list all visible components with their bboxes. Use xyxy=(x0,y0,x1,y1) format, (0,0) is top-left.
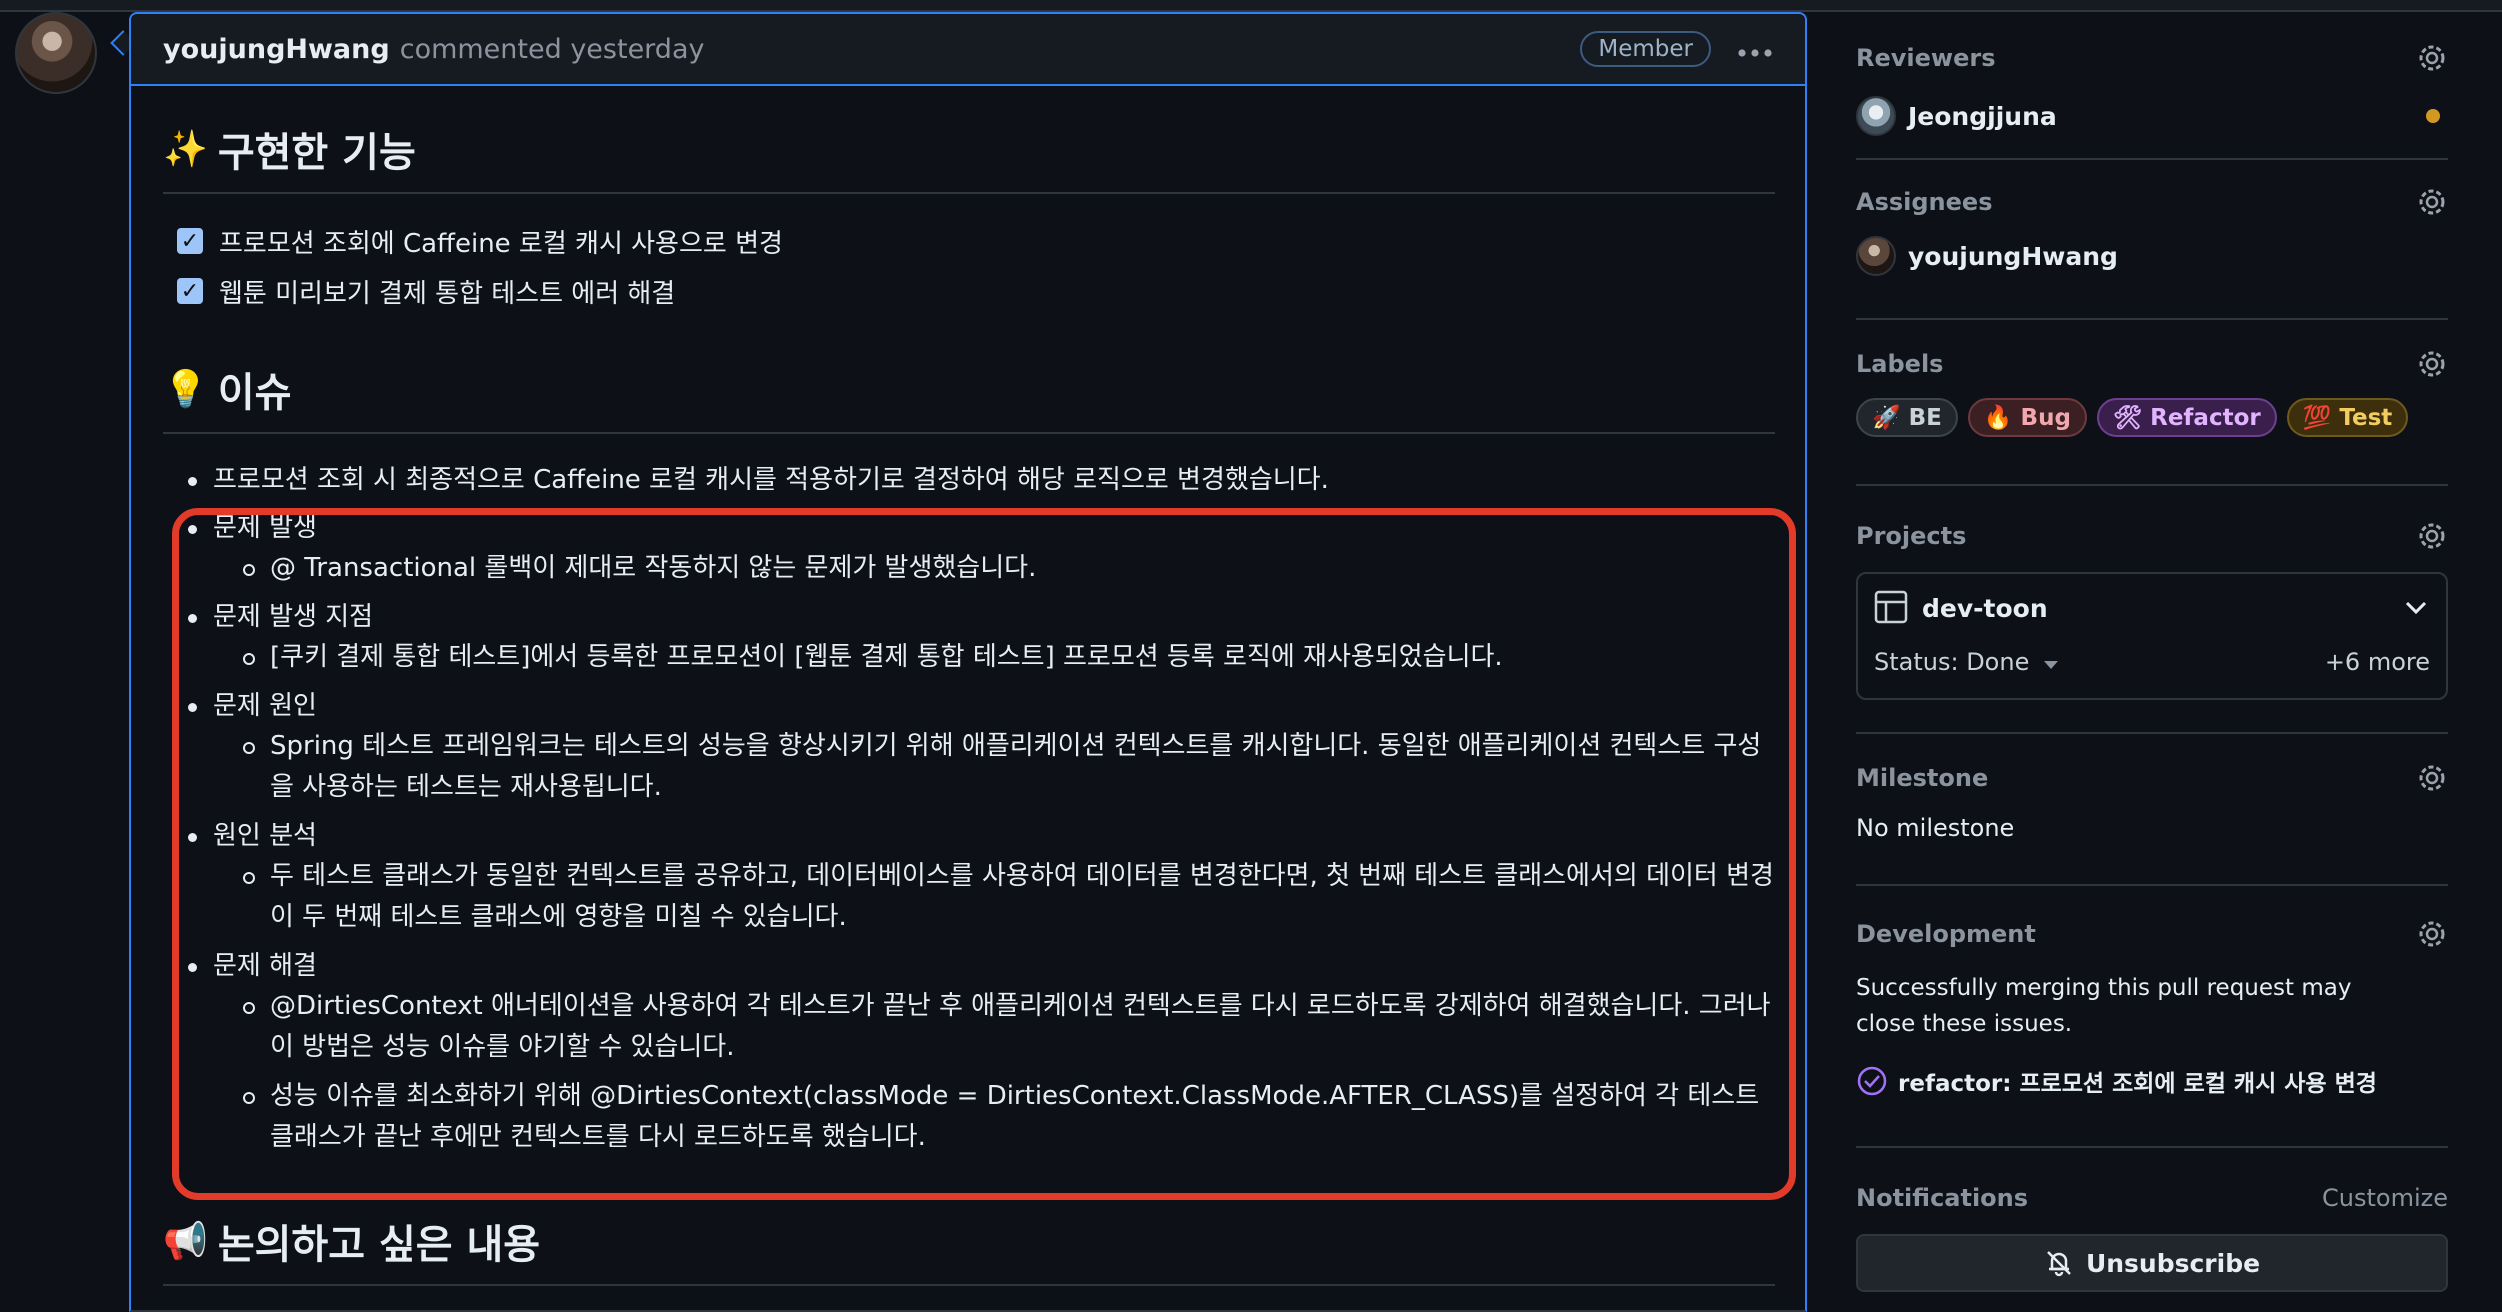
label-refactor[interactable]: 🛠 Refactor xyxy=(2096,398,2277,437)
unsubscribe-button[interactable]: Unsubscribe xyxy=(1856,1234,2448,1292)
chevron-down-icon[interactable] xyxy=(2404,600,2428,616)
comment-author[interactable]: youjungHwang xyxy=(163,34,390,65)
project-name[interactable]: dev-toon xyxy=(1922,594,2048,623)
gear-icon[interactable] xyxy=(2416,520,2448,552)
review-pending-dot xyxy=(2426,109,2440,123)
assignees-section: Assignees youjungHwang xyxy=(1856,160,2448,320)
label-test[interactable]: 💯 Test xyxy=(2286,398,2409,437)
bell-slash-icon xyxy=(2047,1251,2071,1277)
gear-icon[interactable] xyxy=(2416,762,2448,794)
labels-section: Labels 🚀 BE 🔥 Bug 🛠 Refactor 💯 Test xyxy=(1856,320,2448,486)
milestone-section: Milestone No milestone xyxy=(1856,734,2448,886)
task-text: 웹툰 미리보기 결제 통합 테스트 에러 해결 xyxy=(219,278,676,309)
author-avatar[interactable] xyxy=(15,12,97,94)
projects-section: Projects dev-toon Status: Done +6 more xyxy=(1856,486,2448,734)
development-text: Successfully merging this pull request m… xyxy=(1856,975,2352,1037)
issues-heading: 💡 이슈 xyxy=(163,360,1775,434)
reviewers-section: Reviewers Jeongjjuna xyxy=(1856,12,2448,160)
labels-title[interactable]: Labels xyxy=(1856,350,2448,378)
gear-icon[interactable] xyxy=(2416,918,2448,950)
milestone-title[interactable]: Milestone xyxy=(1856,764,2448,792)
labels-list: 🚀 BE 🔥 Bug 🛠 Refactor 💯 Test xyxy=(1856,398,2448,437)
pr-sidebar: Reviewers Jeongjjuna Assignees youjungHw… xyxy=(1856,12,2448,1292)
top-border xyxy=(0,0,2502,12)
development-title[interactable]: Development xyxy=(1856,920,2448,948)
triangle-down-icon[interactable] xyxy=(2042,660,2060,670)
project-more-fields[interactable]: +6 more xyxy=(2325,648,2430,676)
reviewers-title[interactable]: Reviewers xyxy=(1856,44,2448,72)
task-list: ✓ 프로모션 조회에 Caffeine 로컬 캐시 사용으로 변경 ✓ 웹툰 미… xyxy=(163,216,1775,316)
features-title: 구현한 기능 xyxy=(217,130,416,176)
checkbox-checked-icon[interactable]: ✓ xyxy=(177,278,203,304)
kebab-horizontal-icon[interactable] xyxy=(1737,34,1773,64)
reviewer-row[interactable]: Jeongjjuna xyxy=(1856,96,2448,136)
assignees-title[interactable]: Assignees xyxy=(1856,188,2448,216)
check-circle-icon xyxy=(1857,1066,1887,1096)
red-highlight-annotation xyxy=(172,508,1796,1200)
linked-pr-title[interactable]: refactor: 프로모션 조회에 로컬 캐시 사용 변경 xyxy=(1898,1064,2377,1098)
development-section: Development Successfully merging this pu… xyxy=(1856,886,2448,1148)
issues-title: 이슈 xyxy=(217,370,292,416)
features-heading: ✨ 구현한 기능 xyxy=(163,120,1775,194)
project-status[interactable]: Status: Done xyxy=(1874,648,2029,676)
reviewer-avatar[interactable] xyxy=(1856,96,1896,136)
gear-icon[interactable] xyxy=(2416,42,2448,74)
task-item: ✓ 웹툰 미리보기 결제 통합 테스트 에러 해결 xyxy=(163,266,1775,316)
light-bulb-icon: 💡 xyxy=(163,369,208,410)
issues-intro: 프로모션 조회 시 최종적으로 Caffeine 로컬 캐시를 적용하기로 결정… xyxy=(188,460,1775,500)
task-text: 프로모션 조회에 Caffeine 로컬 캐시 사용으로 변경 xyxy=(219,228,783,259)
assignee-avatar[interactable] xyxy=(1856,236,1896,276)
sparkles-icon: ✨ xyxy=(163,129,208,170)
megaphone-icon: 📢 xyxy=(163,1221,208,1262)
task-item: ✓ 프로모션 조회에 Caffeine 로컬 캐시 사용으로 변경 xyxy=(163,216,1775,266)
milestone-value: No milestone xyxy=(1856,814,2015,842)
reviewer-name[interactable]: Jeongjjuna xyxy=(1908,102,2057,131)
discussion-title: 논의하고 싶은 내용 xyxy=(217,1222,541,1268)
assignee-name[interactable]: youjungHwang xyxy=(1908,242,2118,271)
project-card[interactable]: dev-toon Status: Done +6 more xyxy=(1856,572,2448,700)
assignee-row[interactable]: youjungHwang xyxy=(1856,236,2448,276)
notifications-section: Notifications Customize Unsubscribe xyxy=(1856,1148,2448,1292)
comment-timestamp[interactable]: commented yesterday xyxy=(400,34,705,65)
label-be[interactable]: 🚀 BE xyxy=(1856,398,1958,437)
gear-icon[interactable] xyxy=(2416,348,2448,380)
projects-title[interactable]: Projects xyxy=(1856,522,2448,550)
member-badge: Member xyxy=(1580,31,1711,67)
comment-header: youjungHwang commented yesterday Member xyxy=(131,14,1805,86)
label-bug[interactable]: 🔥 Bug xyxy=(1967,398,2087,437)
customize-link[interactable]: Customize xyxy=(2322,1184,2448,1212)
unsubscribe-label: Unsubscribe xyxy=(2085,1248,2261,1278)
checkbox-checked-icon[interactable]: ✓ xyxy=(177,228,203,254)
gear-icon[interactable] xyxy=(2416,186,2448,218)
table-icon xyxy=(1874,590,1908,624)
linked-pr[interactable]: refactor: 프로모션 조회에 로컬 캐시 사용 변경 xyxy=(1856,1064,2448,1098)
discussion-heading: 📢 논의하고 싶은 내용 xyxy=(163,1212,1775,1286)
